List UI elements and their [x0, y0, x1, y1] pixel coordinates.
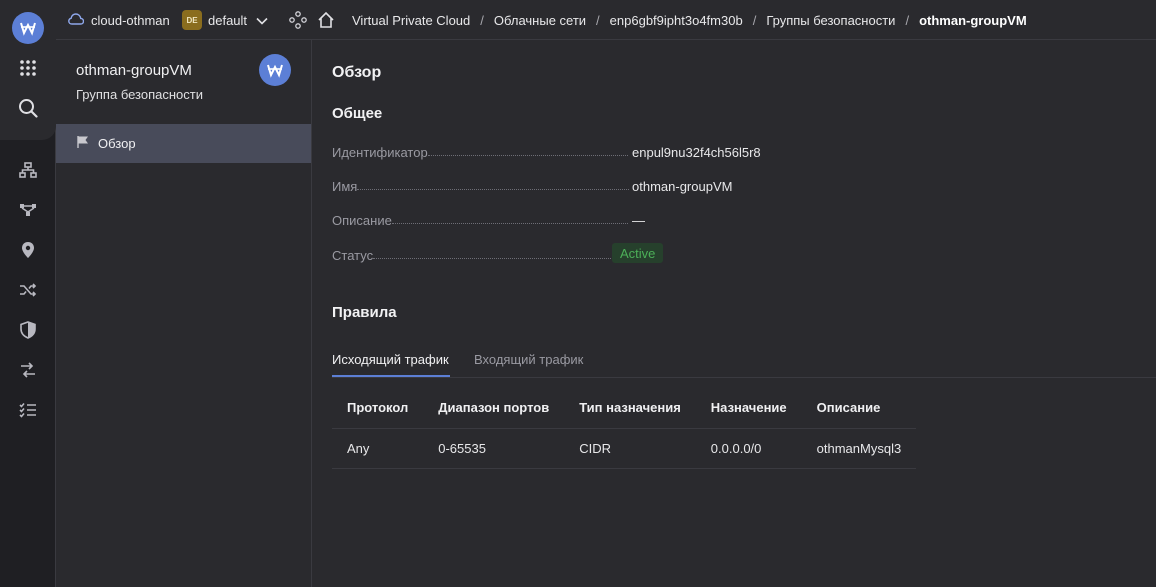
services-icon[interactable]	[289, 0, 307, 40]
location-pin-icon[interactable]	[16, 238, 40, 262]
folder-selector[interactable]: DE default	[182, 0, 268, 40]
column-header-protocol: Протокол	[332, 388, 424, 429]
shield-icon[interactable]	[16, 318, 40, 342]
breadcrumb-separator: /	[480, 12, 484, 28]
resource-sidebar: othman-groupVM Группа безопасности Обзор	[56, 40, 312, 587]
cloud-icon	[68, 12, 85, 28]
chevron-down-icon	[256, 13, 268, 28]
prop-key: Идентификатор	[332, 145, 428, 160]
grid-icon[interactable]	[16, 56, 40, 80]
section-title-rules: Правила	[332, 304, 397, 321]
route-icon[interactable]	[16, 358, 40, 382]
dotted-leader	[357, 189, 630, 190]
cell-port-range: 0-65535	[423, 428, 565, 469]
prop-key: Статус	[332, 248, 374, 263]
resource-type: Группа безопасности	[76, 87, 203, 102]
breadcrumb-separator: /	[752, 12, 757, 28]
cell-protocol: Any	[332, 428, 424, 469]
cell-destination-type: CIDR	[564, 428, 696, 469]
app-root: cloud-othman DE default Virtual Private …	[0, 0, 1156, 587]
cloud-name: cloud-othman	[91, 12, 170, 28]
column-header-description: Описание	[801, 388, 917, 429]
status-badge: Active	[612, 243, 664, 263]
rules-tabs: Исходящий трафик Входящий трафик	[332, 340, 1156, 378]
prop-row-description: Описание —	[332, 208, 752, 228]
resource-title: othman-groupVM	[76, 62, 192, 79]
breadcrumb-vpc[interactable]: Virtual Private Cloud	[352, 13, 470, 28]
folder-badge: DE	[182, 10, 202, 30]
sidebar-item-overview[interactable]: Обзор	[56, 124, 311, 163]
dotted-leader	[373, 258, 628, 259]
column-header-port-range: Диапазон портов	[423, 388, 565, 429]
page-title: Обзор	[332, 64, 382, 81]
dotted-leader	[427, 155, 628, 156]
breadcrumb-networks[interactable]: Облачные сети	[494, 13, 586, 28]
flag-icon	[76, 135, 90, 152]
column-header-destination: Назначение	[695, 388, 802, 429]
prop-row-id: Идентификатор enpul9nu32f4ch56l5r8	[332, 140, 761, 160]
prop-key: Описание	[332, 213, 392, 228]
table-row[interactable]: Any 0-65535 CIDR 0.0.0.0/0 othmanMysql3	[332, 428, 917, 469]
search-icon[interactable]	[16, 96, 40, 120]
tab-egress[interactable]: Исходящий трафик	[332, 352, 449, 367]
tab-ingress[interactable]: Входящий трафик	[474, 352, 583, 367]
active-tab-indicator	[332, 375, 450, 377]
breadcrumb-separator: /	[905, 12, 910, 28]
prop-key: Имя	[332, 179, 358, 194]
prop-value-id[interactable]: enpul9nu32f4ch56l5r8	[632, 145, 761, 160]
prop-value-description: —	[632, 213, 645, 228]
vpc-service-icon	[259, 54, 291, 86]
breadcrumb-network-id[interactable]: enp6gbf9ipht3o4fm30b	[610, 13, 743, 28]
rules-table: Протокол Диапазон портов Тип назначения …	[332, 388, 917, 469]
prop-row-status: Статус	[332, 243, 752, 263]
section-title-general: Общее	[332, 105, 383, 122]
icon-rail	[0, 0, 56, 587]
table-header-row: Протокол Диапазон портов Тип назначения …	[332, 388, 917, 429]
network-icon[interactable]	[16, 158, 40, 182]
breadcrumb-current: othman-groupVM	[919, 12, 1027, 28]
cell-description: othmanMysql3	[801, 428, 917, 469]
topology-icon[interactable]	[16, 198, 40, 222]
folder-name: default	[208, 12, 248, 28]
cloud-selector[interactable]: cloud-othman	[68, 0, 170, 40]
cell-destination: 0.0.0.0/0	[695, 428, 802, 469]
dotted-leader	[391, 223, 628, 224]
checklist-icon[interactable]	[16, 398, 40, 422]
top-bar: cloud-othman DE default Virtual Private …	[56, 0, 1156, 40]
home-icon[interactable]	[317, 0, 335, 40]
column-header-destination-type: Тип назначения	[564, 388, 696, 429]
sidebar-item-label: Обзор	[98, 136, 136, 151]
prop-value-name: othman-groupVM	[632, 179, 733, 194]
shuffle-icon[interactable]	[16, 278, 40, 302]
main-content: Обзор Общее Идентификатор enpul9nu32f4ch…	[312, 40, 1156, 587]
breadcrumb: Virtual Private Cloud / Облачные сети / …	[352, 0, 1027, 40]
yandex-cloud-logo-icon[interactable]	[12, 12, 44, 44]
breadcrumb-security-groups[interactable]: Группы безопасности	[766, 13, 895, 28]
prop-row-name: Имя othman-groupVM	[332, 174, 752, 194]
breadcrumb-separator: /	[596, 12, 600, 28]
